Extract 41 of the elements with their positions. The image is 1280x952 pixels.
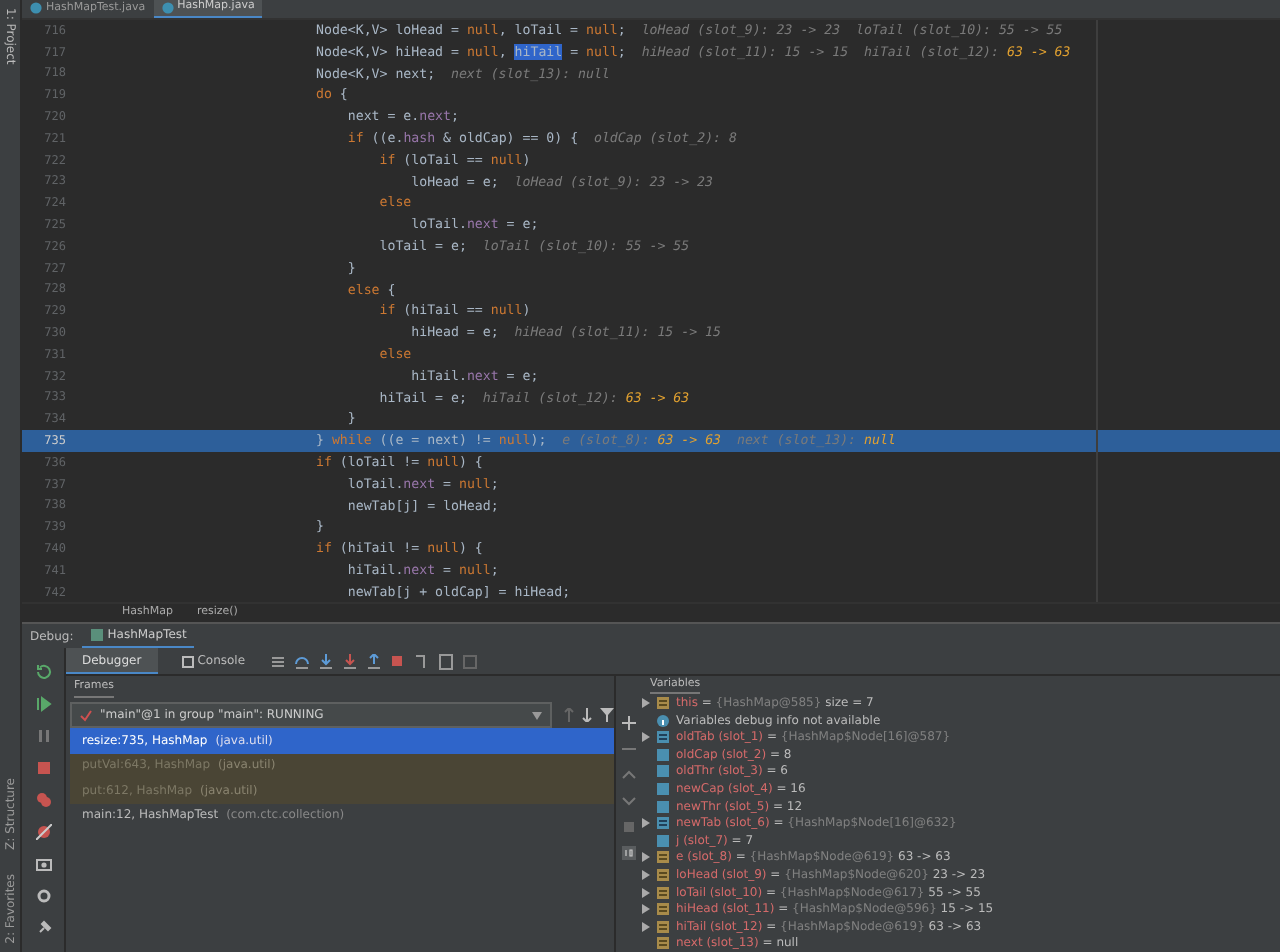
expand-arrow-icon[interactable]	[642, 887, 650, 898]
resume-icon[interactable]	[35, 696, 51, 712]
settings-icon[interactable]	[35, 888, 51, 904]
breakpoints-icon[interactable]	[35, 792, 51, 808]
pause-icon[interactable]	[35, 728, 51, 744]
class-file-icon	[30, 2, 42, 14]
info-icon	[656, 713, 670, 728]
array-field-icon	[656, 816, 670, 831]
dropdown-arrow-icon	[532, 711, 542, 719]
object-field-icon	[656, 696, 670, 711]
expand-arrow-icon[interactable]	[642, 904, 650, 915]
step-out-icon[interactable]	[365, 653, 382, 669]
camera-icon[interactable]	[35, 856, 51, 872]
expand-arrow-icon[interactable]	[642, 869, 650, 880]
mute-breakpoints-icon[interactable]	[35, 824, 51, 840]
expand-arrow-icon[interactable]	[642, 818, 650, 829]
array-field-icon	[656, 730, 670, 745]
expand-arrow-icon[interactable]	[642, 921, 650, 932]
expand-arrow-icon[interactable]	[642, 852, 650, 863]
filter-icon[interactable]	[600, 708, 614, 722]
remove-icon[interactable]	[622, 742, 636, 756]
expand-arrow-icon[interactable]	[642, 698, 650, 709]
force-step-icon[interactable]	[341, 653, 358, 669]
run-config-icon	[89, 628, 104, 642]
step-into-icon[interactable]	[317, 653, 334, 669]
expand-arrow-icon[interactable]	[642, 732, 650, 743]
class-file-icon	[161, 1, 174, 13]
down-arrow-icon[interactable]	[582, 708, 592, 722]
drop-frame-icon[interactable]	[389, 653, 406, 669]
up-icon[interactable]	[622, 768, 636, 782]
down-icon[interactable]	[622, 794, 636, 808]
list-icon[interactable]	[269, 653, 286, 669]
checkmark-icon	[80, 709, 92, 721]
console-icon	[181, 655, 194, 667]
pin-icon[interactable]	[35, 920, 51, 936]
rerun-icon[interactable]	[35, 664, 51, 680]
stop-icon[interactable]	[35, 760, 51, 776]
primitive-field-icon	[656, 833, 670, 848]
binary-icon[interactable]	[622, 846, 636, 860]
add-icon[interactable]	[622, 716, 636, 730]
step-over-icon[interactable]	[293, 653, 310, 669]
